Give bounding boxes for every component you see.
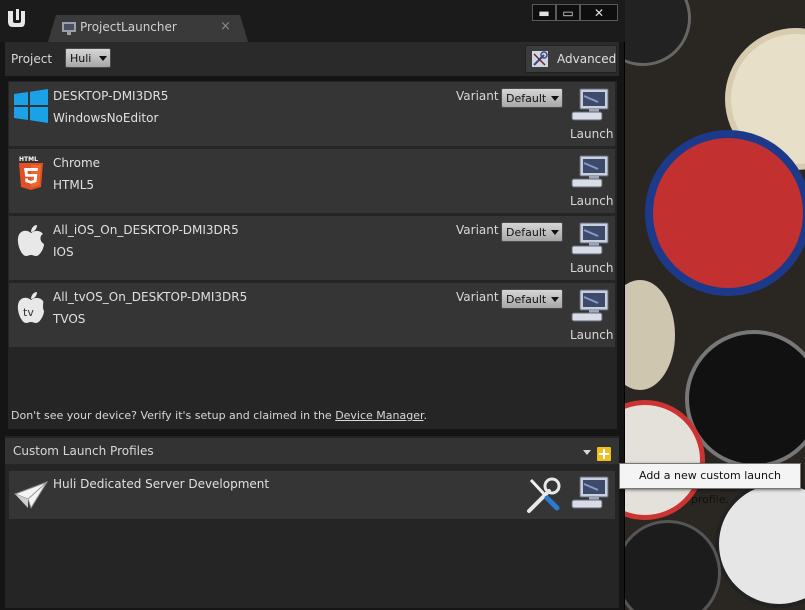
add-profile-button[interactable] (597, 447, 611, 461)
variant-value: Default (506, 92, 547, 105)
project-dropdown[interactable]: Huli (65, 48, 111, 68)
apple-tv-icon: tv (17, 292, 44, 323)
desktop-background (625, 0, 805, 610)
variant-value: Default (506, 293, 547, 306)
unreal-logo-icon (8, 9, 25, 27)
advanced-button[interactable]: Advanced (525, 45, 617, 73)
hint-suffix: . (423, 409, 428, 422)
background-disc (625, 0, 691, 66)
launch-label[interactable]: Launch (570, 261, 613, 275)
custom-profiles-title: Custom Launch Profiles (13, 444, 154, 458)
paper-plane-icon (13, 481, 49, 510)
hint-text: Don't see your device? Verify it's setup… (11, 409, 336, 422)
chevron-down-icon[interactable] (583, 450, 591, 455)
device-manager-link[interactable]: Device Manager (335, 409, 423, 422)
variant-dropdown[interactable]: Default (501, 289, 563, 309)
background-disc (625, 520, 721, 610)
toolbar: Project Huli Advanced (5, 42, 619, 76)
device-type: TVOS (53, 312, 86, 326)
launch-label[interactable]: Launch (570, 127, 613, 141)
variant-dropdown[interactable]: Default (501, 88, 563, 108)
svg-text:tv: tv (23, 306, 34, 319)
tab-project-launcher[interactable]: ProjectLauncher × (48, 15, 248, 42)
chevron-down-icon (551, 230, 559, 235)
project-label: Project (11, 52, 53, 66)
device-row[interactable]: All_iOS_On_DESKTOP-DMI3DR5 IOS Variant D… (9, 216, 615, 280)
tab-close-icon[interactable]: × (220, 19, 231, 34)
launch-icon[interactable] (570, 222, 610, 256)
launch-icon[interactable] (570, 289, 610, 323)
apple-icon (17, 225, 44, 256)
profile-row[interactable]: Huli Dedicated Server Development (9, 471, 615, 519)
variant-value: Default (506, 226, 547, 239)
device-row[interactable]: tv All_tvOS_On_DESKTOP-DMI3DR5 TVOS Vari… (9, 283, 615, 347)
project-launcher-window: ProjectLauncher × ▬ ▭ ✕ Project Huli Adv… (0, 0, 625, 610)
project-dropdown-value: Huli (70, 52, 92, 65)
advanced-tools-icon (532, 51, 548, 67)
wrench-screwdriver-icon[interactable] (523, 475, 563, 515)
variant-label: Variant (456, 223, 499, 237)
device-name: Chrome (53, 156, 101, 170)
device-name: DESKTOP-DMI3DR5 (53, 89, 169, 103)
title-bar[interactable]: ProjectLauncher × ▬ ▭ ✕ (0, 0, 625, 42)
minimize-button[interactable]: ▬ (532, 4, 556, 21)
device-list: DESKTOP-DMI3DR5 WindowsNoEditor Variant … (8, 81, 617, 429)
chevron-down-icon (551, 96, 559, 101)
variant-dropdown[interactable]: Default (501, 222, 563, 242)
chevron-down-icon (99, 56, 107, 61)
device-hint: Don't see your device? Verify it's setup… (11, 409, 427, 422)
device-row[interactable]: DESKTOP-DMI3DR5 WindowsNoEditor Variant … (9, 82, 615, 146)
html5-icon: HTML (19, 156, 43, 190)
close-button[interactable]: ✕ (580, 4, 618, 21)
launch-icon[interactable] (570, 476, 610, 510)
windows-icon (14, 89, 48, 123)
launch-icon[interactable] (570, 155, 610, 189)
svg-text:HTML: HTML (19, 156, 38, 163)
device-name: All_tvOS_On_DESKTOP-DMI3DR5 (53, 290, 248, 304)
device-type: HTML5 (53, 178, 95, 192)
background-disc (645, 130, 805, 296)
launch-label[interactable]: Launch (570, 194, 613, 208)
device-type: WindowsNoEditor (53, 111, 159, 125)
background-disc (625, 280, 675, 390)
variant-label: Variant (456, 89, 499, 103)
tooltip: Add a new custom launch profile. (619, 463, 801, 506)
tab-title: ProjectLauncher (80, 20, 177, 34)
profile-name: Huli Dedicated Server Development (53, 477, 270, 491)
device-type: IOS (53, 245, 74, 259)
advanced-label: Advanced (557, 52, 617, 66)
maximize-button[interactable]: ▭ (556, 4, 580, 21)
variant-label: Variant (456, 290, 499, 304)
custom-profiles-panel: Custom Launch Profiles Huli Dedicated Se… (5, 436, 619, 608)
custom-profiles-header: Custom Launch Profiles (5, 438, 619, 464)
device-row[interactable]: HTML Chrome HTML5 Launch (9, 149, 615, 213)
device-name: All_iOS_On_DESKTOP-DMI3DR5 (53, 223, 239, 237)
launch-label[interactable]: Launch (570, 328, 613, 342)
launch-icon[interactable] (570, 88, 610, 122)
chevron-down-icon (551, 297, 559, 302)
launcher-tab-icon (62, 22, 76, 35)
